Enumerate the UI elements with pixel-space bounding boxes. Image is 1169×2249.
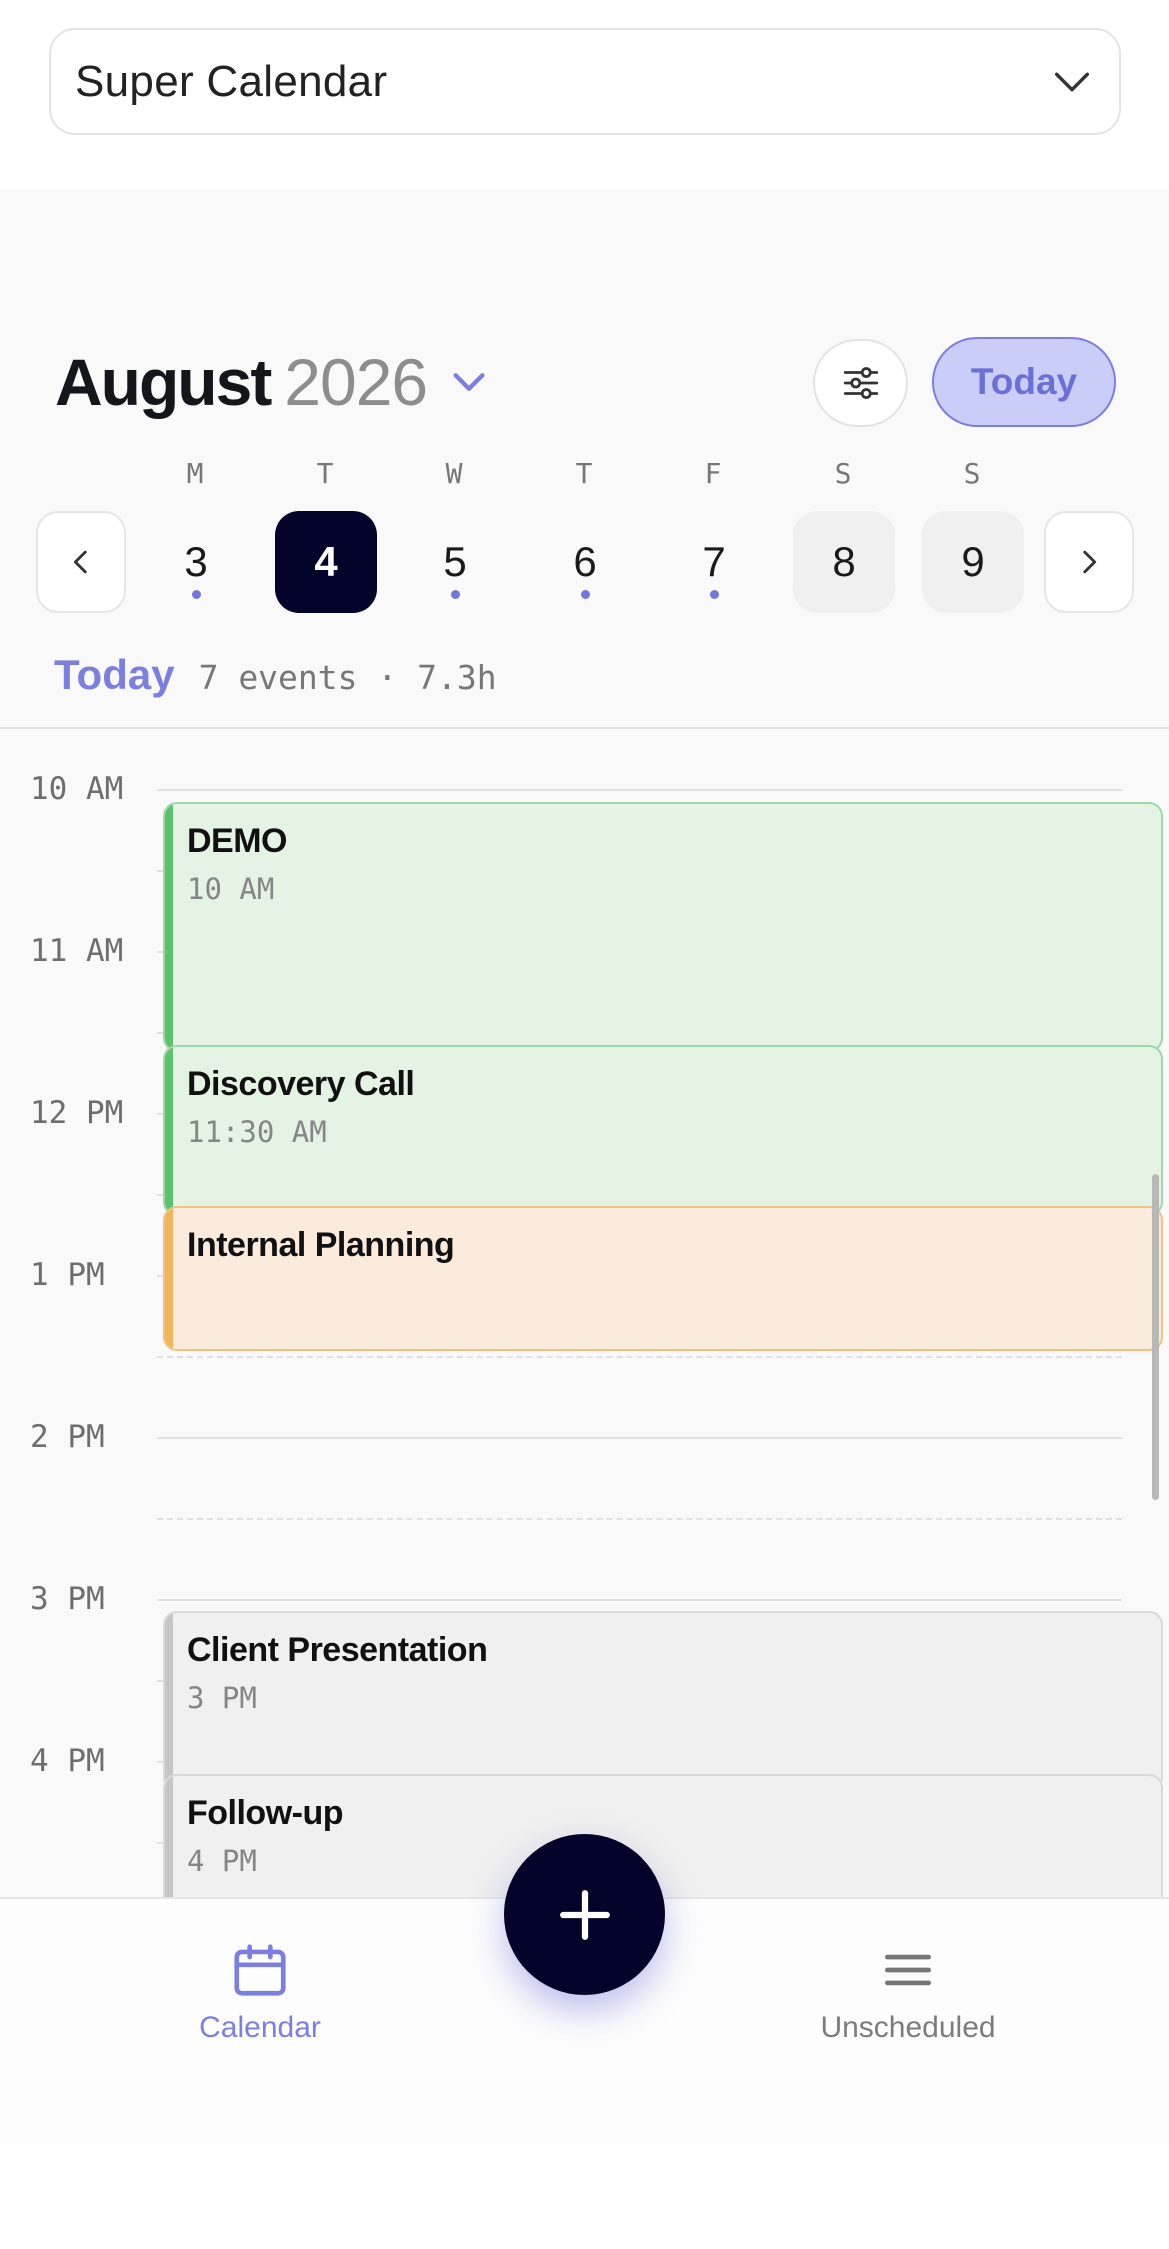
calendar-select[interactable]: Super Calendar — [49, 28, 1121, 135]
hour-label: 12 PM — [30, 1095, 124, 1131]
event-time: 3 PM — [187, 1681, 257, 1715]
divider — [0, 727, 1169, 729]
event-indicator-dot — [709, 590, 719, 599]
tab-unscheduled[interactable]: Unscheduled — [778, 1939, 1038, 2045]
event-title: Client Presentation — [187, 1631, 488, 1669]
calendar-panel: August 2026 Today M T W T F S S 3456789 … — [0, 189, 1169, 2144]
hour-label: 10 AM — [30, 771, 124, 807]
weekday-label: M — [186, 457, 204, 490]
day-number: 8 — [832, 538, 856, 585]
chevron-right-icon — [1083, 550, 1097, 574]
day-cell-6[interactable]: 6 — [534, 511, 636, 613]
day-number: 9 — [961, 538, 985, 585]
month-label: August — [55, 345, 272, 419]
event-indicator-dot — [191, 590, 201, 599]
hour-label: 1 PM — [30, 1257, 105, 1293]
chevron-down-icon — [453, 373, 485, 391]
weekday-label: S — [834, 457, 852, 490]
today-label: Today — [54, 651, 175, 698]
day-cell-4[interactable]: 4 — [275, 511, 377, 613]
day-number: 3 — [184, 538, 208, 585]
day-number: 4 — [314, 538, 338, 585]
weekday-label: T — [575, 457, 593, 490]
event-color-bar — [165, 1047, 173, 1214]
event-title: Discovery Call — [187, 1065, 415, 1103]
event-indicator-dot — [450, 590, 460, 599]
event-time: 11:30 AM — [187, 1115, 327, 1149]
scrollbar[interactable] — [1152, 1174, 1159, 1500]
hour-label: 3 PM — [30, 1581, 105, 1617]
event-color-bar — [165, 804, 173, 1050]
menu-icon — [885, 1954, 931, 1986]
day-number: 7 — [702, 538, 726, 585]
weekday-label: W — [445, 457, 463, 490]
day-number: 5 — [443, 538, 467, 585]
day-number: 6 — [573, 538, 597, 585]
event-indicator-dot — [580, 590, 590, 599]
event-card[interactable]: Discovery Call 11:30 AM — [163, 1045, 1163, 1216]
event-time: 4 PM — [187, 1844, 257, 1878]
chevron-down-icon — [1054, 72, 1090, 91]
hour-label: 11 AM — [30, 933, 124, 969]
day-cell-9[interactable]: 9 — [922, 511, 1024, 613]
event-card[interactable]: Internal Planning — [163, 1206, 1163, 1351]
prev-week-button[interactable] — [36, 511, 126, 613]
event-color-bar — [165, 1208, 173, 1349]
half-hour-line — [157, 1518, 1122, 1520]
event-color-bar — [165, 1613, 173, 1789]
month-picker[interactable]: August 2026 — [55, 344, 489, 420]
tab-calendar[interactable]: Calendar — [130, 1939, 390, 2045]
year-label: 2026 — [284, 345, 428, 419]
weekday-label: S — [963, 457, 981, 490]
day-cell-3[interactable]: 3 — [145, 511, 247, 613]
hour-label: 4 PM — [30, 1743, 105, 1779]
event-card[interactable]: Client Presentation 3 PM — [163, 1611, 1163, 1791]
plus-icon — [559, 1889, 610, 1940]
event-title: Follow-up — [187, 1794, 344, 1832]
events-summary: 7 events · 7.3h — [198, 658, 497, 697]
calendar-icon — [234, 1944, 286, 1996]
hour-line — [157, 789, 1122, 791]
tab-unscheduled-label: Unscheduled — [820, 2011, 996, 2044]
calendar-select-value: Super Calendar — [75, 56, 388, 106]
tab-calendar-label: Calendar — [199, 2011, 321, 2044]
half-hour-line — [157, 1356, 1122, 1358]
day-cell-5[interactable]: 5 — [404, 511, 506, 613]
event-card[interactable]: DEMO 10 AM — [163, 802, 1163, 1052]
hour-line — [157, 1599, 1122, 1601]
event-time: 10 AM — [187, 872, 275, 906]
chevron-left-icon — [73, 550, 87, 574]
event-title: Internal Planning — [187, 1226, 455, 1264]
event-title: DEMO — [187, 822, 288, 860]
hour-label: 2 PM — [30, 1419, 105, 1455]
hour-line — [157, 1437, 1122, 1439]
day-cell-8[interactable]: 8 — [793, 511, 895, 613]
today-button[interactable]: Today — [932, 337, 1116, 427]
add-event-button[interactable] — [504, 1834, 665, 1995]
next-week-button[interactable] — [1044, 511, 1134, 613]
filter-button[interactable] — [813, 339, 908, 427]
weekday-label: F — [704, 457, 722, 490]
sliders-icon — [843, 367, 878, 399]
day-summary: Today 7 events · 7.3h — [54, 651, 497, 699]
day-cell-7[interactable]: 7 — [663, 511, 765, 613]
weekday-label: T — [316, 457, 334, 490]
